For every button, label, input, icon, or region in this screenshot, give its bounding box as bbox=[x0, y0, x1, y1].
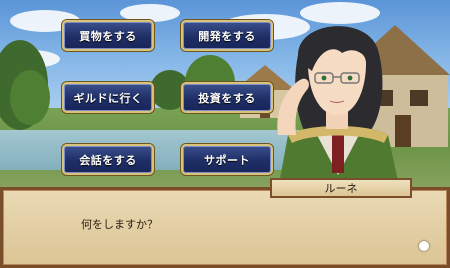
tree bbox=[10, 70, 50, 125]
advance-indicator-icon[interactable] bbox=[419, 241, 429, 251]
dialog-text: 何をしますか？ bbox=[81, 218, 158, 231]
develop-button[interactable]: 開発をする bbox=[181, 20, 273, 51]
talk-button[interactable]: 会話をする bbox=[62, 144, 154, 175]
character-rune bbox=[277, 26, 400, 190]
guild-button[interactable]: ギルドに行く bbox=[62, 82, 154, 113]
game-scene: 買物をする 開発をする ギルドに行く 投資をする 会話をする サポート 何をしま… bbox=[0, 0, 450, 268]
dialog-box[interactable]: 何をしますか？ bbox=[0, 187, 450, 268]
shop-button[interactable]: 買物をする bbox=[62, 20, 154, 51]
speaker-name-plate: ルーネ bbox=[270, 178, 412, 198]
invest-button[interactable]: 投資をする bbox=[181, 82, 273, 113]
support-button[interactable]: サポート bbox=[181, 144, 273, 175]
